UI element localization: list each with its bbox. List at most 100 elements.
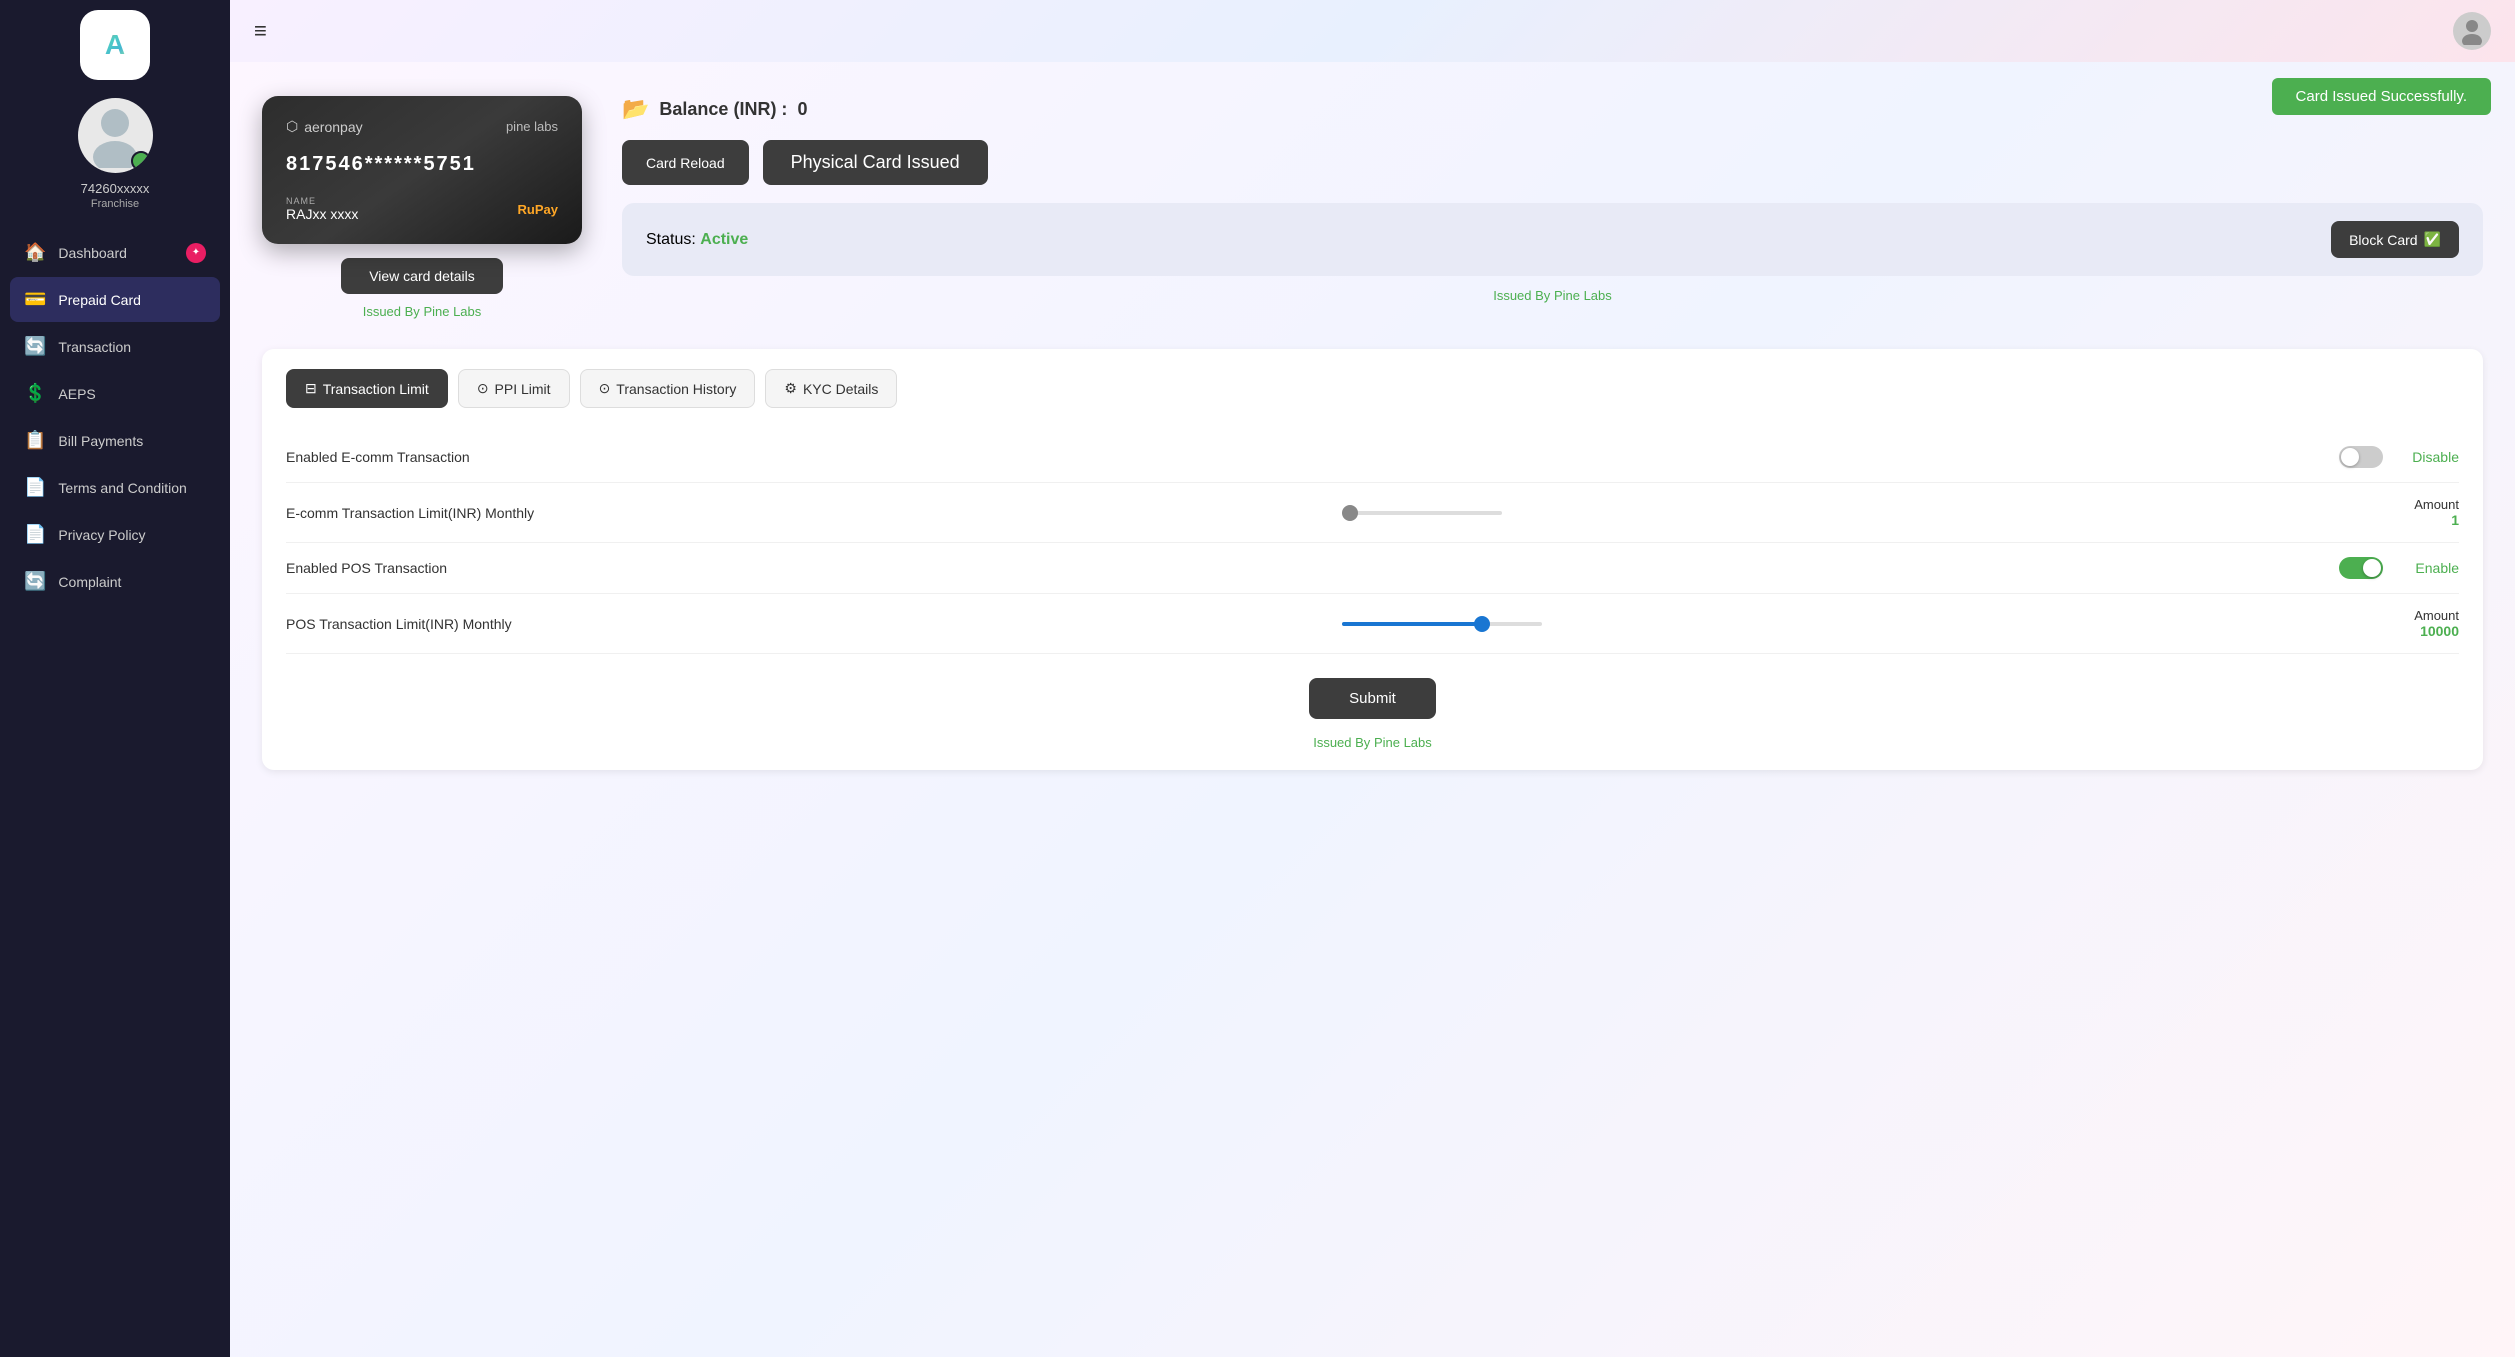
pos-slider-container[interactable] (1342, 622, 2414, 626)
tab-kyc-details[interactable]: ⚙ KYC Details (765, 369, 897, 408)
card-info: 📂 Balance (INR) : 0 Card Reload Physical… (622, 96, 2483, 303)
status-text: Status: Active (646, 231, 748, 249)
balance-amount: 0 (797, 99, 807, 120)
ppi-limit-tab-label: PPI Limit (495, 381, 551, 397)
header: ≡ (230, 0, 2515, 62)
transaction-limit-content: Enabled E-comm Transaction Disable E-com… (286, 432, 2459, 750)
pos-toggle-row: Enabled POS Transaction Enable (286, 543, 2459, 594)
ecomm-slider-row: E-comm Transaction Limit(INR) Monthly Am… (286, 483, 2459, 543)
dashboard-label: Dashboard (58, 245, 127, 261)
transaction-limit-tab-icon: ⊟ (305, 380, 317, 397)
ecomm-toggle-label: Enabled E-comm Transaction (286, 449, 2339, 465)
submit-row: Submit (286, 678, 2459, 719)
tab-ppi-limit[interactable]: ⊙ PPI Limit (458, 369, 570, 408)
card-actions: Card Reload Physical Card Issued (622, 140, 2483, 185)
sidebar-item-transaction[interactable]: 🔄 Transaction (10, 324, 220, 369)
pos-status-label: Enable (2399, 560, 2459, 576)
content-area: Card Issued Successfully. ⬡ aeronpay pin… (230, 62, 2515, 1357)
block-card-icon: ✅ (2424, 231, 2441, 248)
virtual-card: ⬡ aeronpay pine labs 817546******5751 NA… (262, 96, 582, 244)
pos-amount-label: Amount (2414, 608, 2459, 623)
tab-transaction-limit[interactable]: ⊟ Transaction Limit (286, 369, 448, 408)
kyc-details-tab-label: KYC Details (803, 381, 878, 397)
tabs-row: ⊟ Transaction Limit ⊙ PPI Limit ⊙ Transaction… (286, 369, 2459, 408)
terms-label: Terms and Condition (58, 480, 186, 496)
submit-button[interactable]: Submit (1309, 678, 1436, 719)
sidebar-item-privacy[interactable]: 📄 Privacy Policy (10, 512, 220, 557)
card-issued-by: Issued By Pine Labs (262, 304, 582, 319)
ecomm-toggle[interactable] (2339, 446, 2383, 468)
ecomm-amount-val: 1 (2414, 512, 2459, 528)
main-area: ≡ Card Issued Successfully. ⬡ aeronpay (230, 0, 2515, 1357)
sidebar-item-bill-payments[interactable]: 📋 Bill Payments (10, 418, 220, 463)
ecomm-slider-container[interactable] (1342, 511, 2414, 515)
card-section: ⬡ aeronpay pine labs 817546******5751 NA… (262, 96, 2483, 319)
pos-toggle-label: Enabled POS Transaction (286, 560, 2339, 576)
card-brand: ⬡ aeronpay (286, 118, 363, 135)
tab-transaction-history[interactable]: ⊙ Transaction History (580, 369, 756, 408)
pos-amount-col: Amount 10000 (2414, 608, 2459, 639)
pos-slider-fill (1342, 622, 1482, 626)
sidebar-nav: 🏠 Dashboard ✦ 💳 Prepaid Card 🔄 Transacti… (0, 230, 230, 606)
card-bottom: NAME RAJxx xxxx RuPay (286, 196, 558, 222)
aeps-label: AEPS (58, 386, 95, 402)
privacy-label: Privacy Policy (58, 527, 145, 543)
card-reload-button[interactable]: Card Reload (622, 140, 749, 185)
card-name: RAJxx xxxx (286, 206, 358, 222)
transaction-history-tab-label: Transaction History (616, 381, 736, 397)
menu-button[interactable]: ≡ (254, 18, 267, 44)
status-label: Status: (646, 231, 696, 248)
complaint-label: Complaint (58, 574, 121, 590)
transaction-label: Transaction (58, 339, 131, 355)
dashboard-icon: 🏠 (24, 242, 46, 263)
aeps-icon: 💲 (24, 383, 46, 404)
balance-label: Balance (INR) : (659, 99, 787, 120)
transaction-history-tab-icon: ⊙ (599, 380, 611, 397)
issued-by-value: Pine Labs (423, 304, 481, 319)
terms-icon: 📄 (24, 477, 46, 498)
aeronpay-icon: ⬡ (286, 118, 298, 135)
sidebar: A 74260xxxxx Franchise 🏠 Dashboard ✦ 💳 P… (0, 0, 230, 1357)
prepaid-card-label: Prepaid Card (58, 292, 141, 308)
user-role: Franchise (91, 198, 139, 210)
ecomm-toggle-track (2339, 446, 2383, 468)
prepaid-card-icon: 💳 (24, 289, 46, 310)
ecomm-slider-thumb (1342, 505, 1358, 521)
rupay-label: RuPay (518, 202, 558, 217)
block-card-label: Block Card (2349, 232, 2417, 248)
sidebar-item-aeps[interactable]: 💲 AEPS (10, 371, 220, 416)
card-top: ⬡ aeronpay pine labs (286, 118, 558, 135)
header-avatar[interactable] (2453, 12, 2491, 50)
avatar-badge (131, 151, 151, 171)
privacy-icon: 📄 (24, 524, 46, 545)
ecomm-status-label: Disable (2399, 449, 2459, 465)
sidebar-item-complaint[interactable]: 🔄 Complaint (10, 559, 220, 604)
view-card-button[interactable]: View card details (341, 258, 503, 294)
status-block: Status: Active Block Card ✅ (622, 203, 2483, 276)
sidebar-item-dashboard[interactable]: 🏠 Dashboard ✦ (10, 230, 220, 275)
transaction-icon: 🔄 (24, 336, 46, 357)
pos-slider-label: POS Transaction Limit(INR) Monthly (286, 616, 1342, 632)
pos-toggle[interactable] (2339, 557, 2383, 579)
card-number: 817546******5751 (286, 153, 558, 176)
issued-by-label: Issued By (363, 304, 420, 319)
bill-payments-icon: 📋 (24, 430, 46, 451)
tabs-section: ⊟ Transaction Limit ⊙ PPI Limit ⊙ Transaction… (262, 349, 2483, 770)
header-avatar-icon (2458, 17, 2486, 45)
card-issuer-name: pine labs (506, 119, 558, 134)
avatar (78, 98, 153, 173)
sidebar-item-prepaid-card[interactable]: 💳 Prepaid Card (10, 277, 220, 322)
block-card-button[interactable]: Block Card ✅ (2331, 221, 2459, 258)
status-value: Active (700, 231, 748, 248)
sidebar-item-terms[interactable]: 📄 Terms and Condition (10, 465, 220, 510)
pos-slider-row: POS Transaction Limit(INR) Monthly Amoun… (286, 594, 2459, 654)
transaction-limit-tab-label: Transaction Limit (323, 381, 429, 397)
kyc-details-tab-icon: ⚙ (784, 380, 797, 397)
ecomm-slider-label: E-comm Transaction Limit(INR) Monthly (286, 505, 1342, 521)
bill-payments-label: Bill Payments (58, 433, 143, 449)
ppi-limit-tab-icon: ⊙ (477, 380, 489, 397)
pos-amount-val: 10000 (2414, 623, 2459, 639)
physical-card-button[interactable]: Physical Card Issued (763, 140, 988, 185)
card-info-issued-by: Issued By Pine Labs (622, 288, 2483, 303)
card-name-section: NAME RAJxx xxxx (286, 196, 358, 222)
